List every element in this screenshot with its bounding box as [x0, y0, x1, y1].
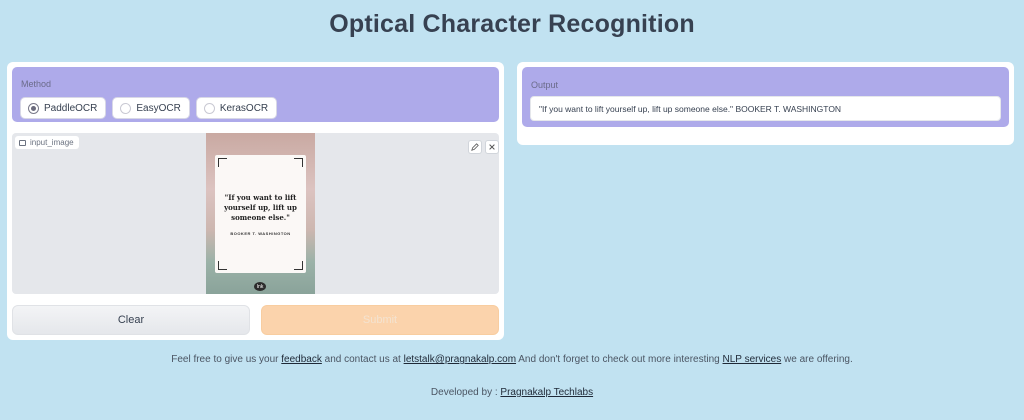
card-logo: Ink	[254, 282, 266, 291]
radio-easyocr[interactable]: EasyOCR	[112, 97, 190, 119]
submit-button[interactable]: Submit	[261, 305, 499, 335]
remove-image-button[interactable]	[485, 140, 499, 154]
radio-label: KerasOCR	[219, 102, 269, 114]
email-link[interactable]: letstalk@pragnakalp.com	[404, 354, 516, 365]
edit-image-button[interactable]	[468, 140, 482, 154]
radio-label: EasyOCR	[136, 102, 181, 114]
close-icon	[489, 144, 495, 150]
footer-text: we are offering.	[781, 354, 853, 365]
method-block: Method PaddleOCR EasyOCR KerasOCR	[12, 67, 499, 122]
output-block: Output "If you want to lift yourself up,…	[522, 67, 1009, 127]
quote-card-inner: "If you want to lift yourself up, lift u…	[215, 155, 306, 273]
corner-mark	[294, 158, 303, 167]
developer-link[interactable]: Pragnakalp Techlabs	[500, 387, 593, 398]
page-title: Optical Character Recognition	[329, 10, 695, 38]
radio-paddleocr[interactable]: PaddleOCR	[20, 97, 107, 119]
quote-text: "If you want to lift yourself up, lift u…	[224, 193, 297, 222]
input-image-area[interactable]: input_image "If you want to lift yoursel…	[12, 133, 499, 294]
output-panel: Output "If you want to lift yourself up,…	[517, 62, 1014, 145]
pencil-icon	[471, 143, 479, 151]
radio-kerasocr[interactable]: KerasOCR	[195, 97, 278, 119]
method-label: Method	[21, 79, 52, 89]
footer-text: and contact us at	[321, 354, 404, 365]
radio-label: PaddleOCR	[44, 102, 98, 114]
footer-text: Feel free to give us your	[171, 354, 282, 365]
footer-contact-line: Feel free to give us your feedback and c…	[0, 354, 1024, 365]
input-panel: Method PaddleOCR EasyOCR KerasOCR input_…	[7, 62, 504, 340]
input-image-label-text: input_image	[30, 138, 74, 147]
clear-button[interactable]: Clear	[12, 305, 250, 335]
method-radio-group: PaddleOCR EasyOCR KerasOCR	[20, 97, 278, 119]
radio-unchecked-icon[interactable]	[203, 102, 215, 114]
corner-mark	[218, 158, 227, 167]
image-icon	[19, 139, 26, 146]
output-label: Output	[531, 80, 559, 90]
radio-unchecked-icon[interactable]	[120, 102, 132, 114]
developer-prefix: Developed by :	[430, 387, 501, 398]
input-image-label: input_image	[15, 136, 79, 149]
nlp-services-link[interactable]: NLP services	[723, 354, 782, 365]
radio-checked-icon[interactable]	[28, 102, 39, 114]
footer-developer-line: Developed by : Pragnakalp Techlabs	[0, 387, 1024, 398]
corner-mark	[218, 261, 227, 270]
output-textbox[interactable]: "If you want to lift yourself up, lift u…	[530, 96, 1001, 121]
footer-text: And don't forget to check out more inter…	[516, 354, 723, 365]
quote-author: BOOKER T. WASHINGTON	[230, 231, 291, 236]
uploaded-image: "If you want to lift yourself up, lift u…	[206, 133, 315, 294]
corner-mark	[294, 261, 303, 270]
feedback-link[interactable]: feedback	[281, 354, 322, 365]
